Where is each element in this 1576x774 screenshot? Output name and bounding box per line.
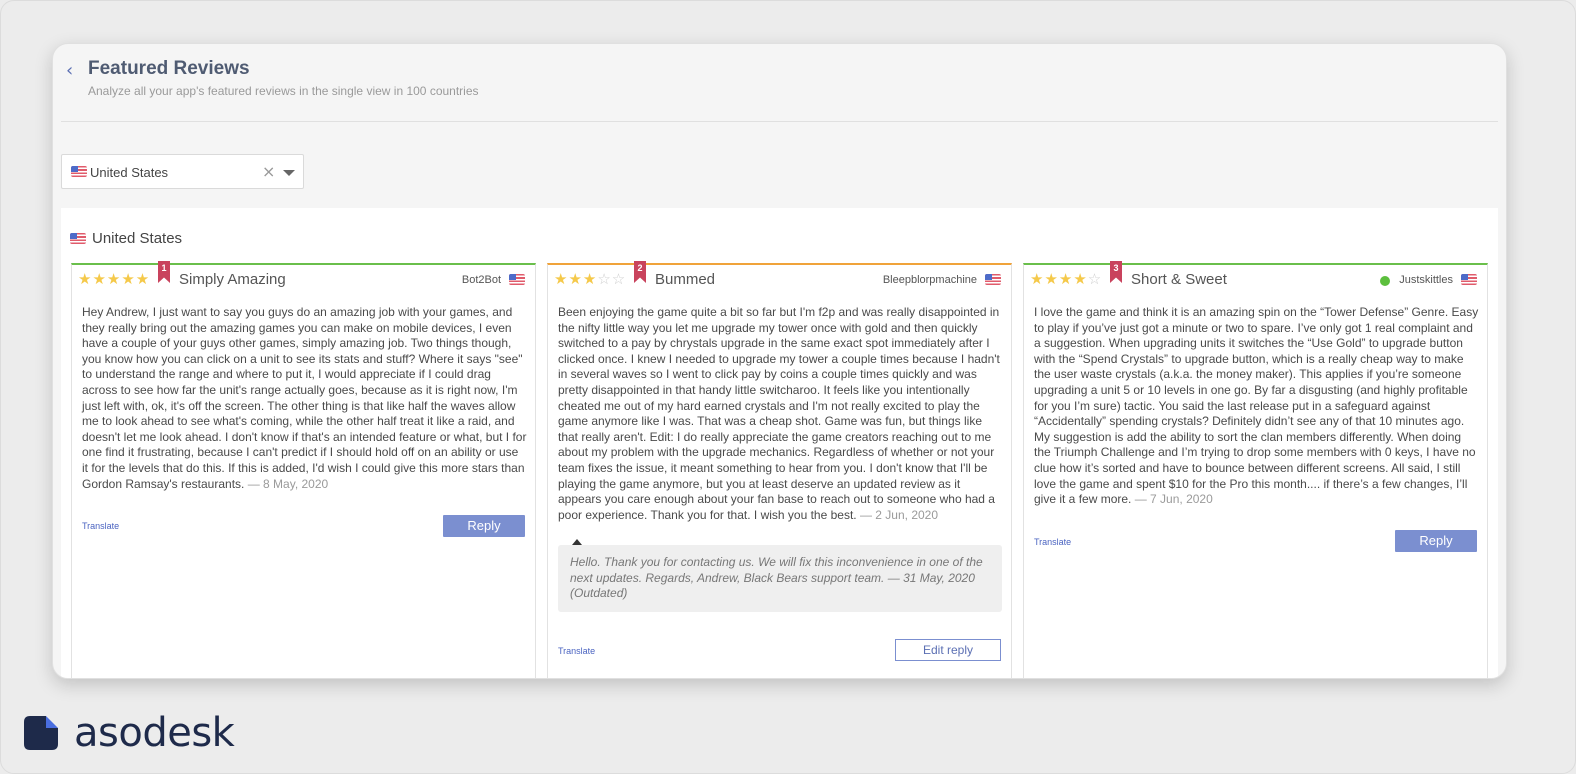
review-author: Justskittles — [1399, 274, 1453, 286]
review-header: ★★★★★ 1 Simply Amazing Bot2Bot — [72, 261, 535, 293]
page-title: Featured Reviews — [88, 58, 250, 79]
chevron-down-icon[interactable] — [283, 170, 295, 176]
review-card: ★★★★☆ 3 Short & Sweet Justskittles I lov… — [1023, 261, 1488, 678]
edit-reply-button[interactable]: Edit reply — [895, 639, 1001, 661]
featured-reviews-card: ‹ Featured Reviews Analyze all your app'… — [52, 43, 1507, 679]
reviews-panel: United States ★★★★★ 1 Simply Amazing Bot… — [61, 208, 1498, 678]
review-date: — 7 Jun, 2020 — [1134, 492, 1213, 507]
review-header: ★★★☆☆ 2 Bummed Bleepblorpmachine — [548, 261, 1011, 293]
reply-button[interactable]: Reply — [443, 515, 525, 537]
translate-link[interactable]: Translate — [558, 646, 595, 656]
review-date: — 2 Jun, 2020 — [859, 507, 939, 522]
review-title: Short & Sweet — [1131, 271, 1227, 288]
star-rating: ★★★★★ — [78, 270, 151, 288]
reply-button[interactable]: Reply — [1395, 530, 1477, 552]
review-author: Bleepblorpmachine — [882, 274, 977, 286]
status-dot-icon — [1380, 276, 1390, 286]
developer-reply: Hello. Thank you for contacting us. We w… — [558, 539, 1002, 612]
review-header: ★★★★☆ 3 Short & Sweet Justskittles — [1024, 261, 1487, 293]
review-text: I love the game and think it is an amazi… — [1034, 305, 1479, 508]
us-flag-icon — [1461, 274, 1477, 285]
back-chevron-icon[interactable]: ‹ — [66, 60, 73, 81]
rank-badge: 1 — [158, 261, 170, 283]
review-author: Bot2Bot — [461, 274, 501, 286]
us-flag-icon — [70, 232, 86, 244]
brand-name: asodesk — [74, 710, 235, 756]
clear-icon[interactable]: × — [262, 162, 275, 181]
page-header: ‹ Featured Reviews Analyze all your app'… — [53, 44, 1506, 124]
header-divider — [61, 121, 1498, 122]
country-select[interactable]: United States × — [61, 154, 304, 189]
review-title: Simply Amazing — [179, 271, 286, 288]
us-flag-icon — [509, 274, 525, 285]
review-card: ★★★☆☆ 2 Bummed Bleepblorpmachine Been en… — [547, 261, 1012, 678]
us-flag-icon — [985, 274, 1001, 285]
review-text: Hey Andrew, I just want to say you guys … — [82, 305, 527, 492]
us-flag-icon — [71, 166, 87, 177]
rank-badge: 3 — [1110, 261, 1122, 283]
star-rating: ★★★☆☆ — [554, 270, 627, 288]
page-subtitle: Analyze all your app's featured reviews … — [88, 84, 479, 98]
star-rating: ★★★★☆ — [1030, 270, 1103, 288]
review-title: Bummed — [655, 271, 716, 288]
country-select-value: United States — [90, 165, 169, 180]
review-body: Been enjoying the game quite a bit so fa… — [558, 305, 1000, 522]
review-date: — 8 May, 2020 — [247, 476, 329, 491]
review-card: ★★★★★ 1 Simply Amazing Bot2Bot Hey Andre… — [71, 261, 536, 678]
asodesk-logo-icon — [24, 716, 58, 750]
rank-badge: 2 — [634, 261, 646, 283]
translate-link[interactable]: Translate — [1034, 537, 1071, 547]
country-section-title: United States — [70, 230, 182, 247]
review-text: Been enjoying the game quite a bit so fa… — [558, 305, 1003, 523]
review-body: Hey Andrew, I just want to say you guys … — [82, 305, 527, 491]
country-section-label: United States — [92, 230, 183, 247]
review-body: I love the game and think it is an amazi… — [1034, 305, 1479, 507]
translate-link[interactable]: Translate — [82, 521, 119, 531]
